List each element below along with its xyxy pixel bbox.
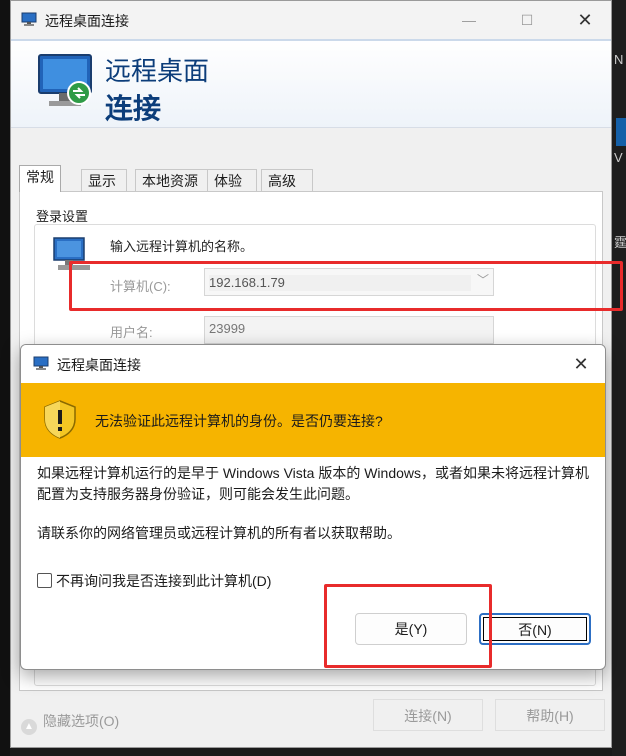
background-text-fragment: V: [614, 150, 623, 165]
group-label: 登录设置: [36, 209, 89, 224]
desktop-background-left: [0, 0, 10, 756]
computer-prompt: 输入远程计算机的名称。: [110, 239, 254, 254]
hide-options-toggle[interactable]: ▲ 隐藏选项(O): [21, 711, 119, 735]
annotation-highlight-computer: [69, 261, 623, 311]
tab-general[interactable]: 常规: [19, 165, 61, 192]
title-bar: 远程桌面连接 — ☐ ✕: [11, 1, 611, 39]
username-label: 用户名:: [110, 325, 153, 340]
minimize-button[interactable]: —: [449, 7, 489, 33]
background-accent: [616, 118, 626, 146]
dialog-title: 远程桌面连接: [57, 357, 141, 373]
remote-desktop-icon: [38, 54, 92, 106]
tab-local-resources[interactable]: 本地资源: [135, 169, 211, 191]
hide-options-label: 隐藏选项(O): [43, 713, 120, 729]
warning-shield-icon: [44, 400, 76, 439]
chevron-up-icon: ▲: [21, 719, 37, 735]
maximize-button[interactable]: ☐: [507, 7, 547, 33]
no-button[interactable]: 否(N): [479, 613, 591, 645]
background-text-fragment: 霆: [614, 235, 626, 250]
annotation-highlight-yes: [324, 584, 492, 668]
rdp-app-icon: [33, 356, 49, 370]
rdp-app-icon: [21, 12, 37, 26]
header-banner: 远程桌面 连接: [11, 39, 611, 128]
banner-title-line1: 远程桌面: [105, 56, 210, 86]
banner-title-line2: 连接: [105, 93, 162, 124]
help-button[interactable]: 帮助(H): [495, 699, 605, 731]
tab-advanced[interactable]: 高级: [261, 169, 313, 191]
warning-text: 无法验证此远程计算机的身份。是否仍要连接?: [95, 413, 383, 429]
banner-top-line: [11, 39, 611, 41]
dialog-title-bar: 远程桌面连接 ✕: [21, 345, 605, 383]
dont-ask-label: 不再询问我是否连接到此计算机(D): [56, 573, 272, 589]
window-title: 远程桌面连接: [45, 13, 129, 29]
bottom-bar: ▲ 隐藏选项(O) 连接(N) 帮助(H): [11, 695, 611, 749]
tab-experience[interactable]: 体验: [207, 169, 257, 191]
close-button[interactable]: ✕: [565, 7, 605, 33]
checkbox-box[interactable]: [37, 573, 52, 588]
connect-button[interactable]: 连接(N): [373, 699, 483, 731]
desktop-background-right: N V 霆: [612, 0, 626, 756]
dont-ask-checkbox[interactable]: 不再询问我是否连接到此计算机(D): [37, 571, 271, 591]
tab-display[interactable]: 显示: [81, 169, 127, 191]
background-text-fragment: N: [614, 52, 624, 67]
warning-band: 无法验证此远程计算机的身份。是否仍要连接?: [21, 383, 605, 457]
username-field[interactable]: 23999: [204, 316, 494, 344]
dialog-close-button[interactable]: ✕: [567, 351, 595, 377]
dialog-message-help: 请联系你的网络管理员或远程计算机的所有者以获取帮助。: [37, 525, 401, 541]
dialog-message-cause: 如果远程计算机运行的是早于 Windows Vista 版本的 Windows，…: [37, 465, 590, 502]
security-warning-dialog: 远程桌面连接 ✕ 无法验证此远程计算机的身份。是否仍要连接? 如果远程计算机运行…: [20, 344, 606, 670]
